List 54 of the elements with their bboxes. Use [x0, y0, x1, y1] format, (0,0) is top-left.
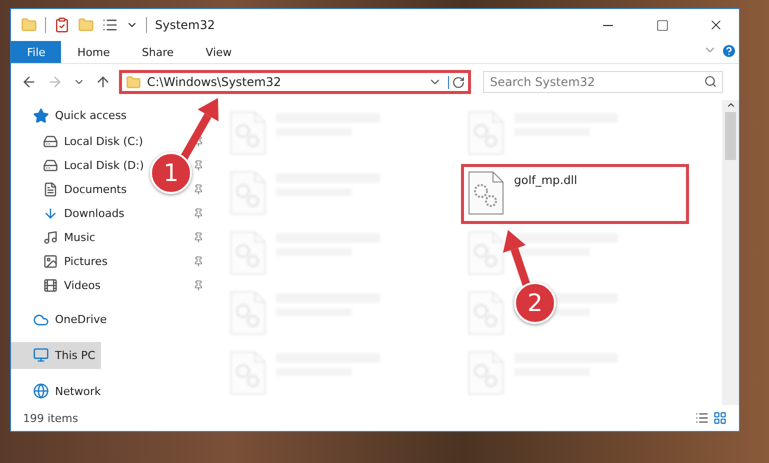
sidebar-item[interactable]: Documents: [11, 178, 133, 202]
address-bar[interactable]: C:\Windows\System32: [119, 70, 471, 94]
network-icon: [33, 383, 49, 400]
star-icon: [33, 108, 49, 124]
address-path: C:\Windows\System32: [147, 75, 282, 89]
film-icon: [43, 278, 58, 294]
pin-icon[interactable]: [193, 280, 204, 292]
checklist-icon[interactable]: [54, 17, 70, 33]
scroll-thumb[interactable]: [725, 112, 736, 160]
sidebar-item[interactable]: Pictures: [11, 250, 114, 274]
download-icon: [43, 206, 58, 222]
cloud-icon: [33, 312, 49, 328]
sidebar-item[interactable]: Downloads: [11, 202, 130, 226]
sidebar-item[interactable]: This PC: [11, 342, 102, 370]
pin-icon[interactable]: [193, 256, 204, 268]
sidebar-item[interactable]: OneDrive: [11, 306, 113, 334]
sidebar-item[interactable]: Videos: [11, 274, 107, 298]
folder-icon: [126, 74, 141, 90]
pin-icon[interactable]: [193, 208, 204, 220]
ribbon-tab[interactable]: Share: [126, 41, 190, 63]
file-item[interactable]: golf_mp.dll: [461, 164, 689, 224]
maximize-icon: [656, 18, 668, 32]
sidebar-item[interactable]: Quick access: [11, 102, 133, 130]
monitor-icon: [33, 347, 49, 364]
window-title: System32: [155, 18, 216, 32]
search-icon[interactable]: [704, 75, 717, 88]
sidebar-item[interactable]: Network: [11, 377, 107, 405]
pin-icon[interactable]: [193, 136, 204, 148]
minimize-icon: [603, 24, 613, 26]
sidebar-item[interactable]: Local Disk (C:): [11, 130, 150, 154]
ribbon-tab[interactable]: View: [190, 41, 248, 63]
drive-icon: [43, 158, 58, 174]
tiles-view-icon[interactable]: [713, 411, 727, 425]
sidebar-item[interactable]: Local Disk (D:): [11, 154, 150, 178]
sidebar-item[interactable]: Music: [11, 226, 102, 250]
picture-icon: [43, 254, 58, 270]
gear-file-icon: [468, 171, 504, 215]
ribbon-tab[interactable]: Home: [61, 41, 126, 63]
music-icon: [43, 230, 58, 246]
properties-icon[interactable]: [102, 17, 118, 33]
ribbon-tab[interactable]: File: [11, 41, 62, 63]
details-view-icon[interactable]: [695, 411, 709, 425]
pin-icon[interactable]: [193, 184, 204, 196]
scrollbar[interactable]: [722, 100, 739, 405]
search-field[interactable]: Search System32: [483, 71, 723, 93]
folder-icon[interactable]: [78, 17, 94, 33]
drive-icon: [43, 134, 58, 150]
pin-icon[interactable]: [193, 160, 204, 172]
file-name: golf_mp.dll: [514, 173, 578, 187]
pin-icon[interactable]: [193, 232, 204, 244]
folder-icon[interactable]: [21, 17, 37, 33]
gear-file-icon: [468, 231, 504, 275]
item-count: 199 items: [23, 412, 80, 424]
document-icon: [43, 182, 58, 198]
